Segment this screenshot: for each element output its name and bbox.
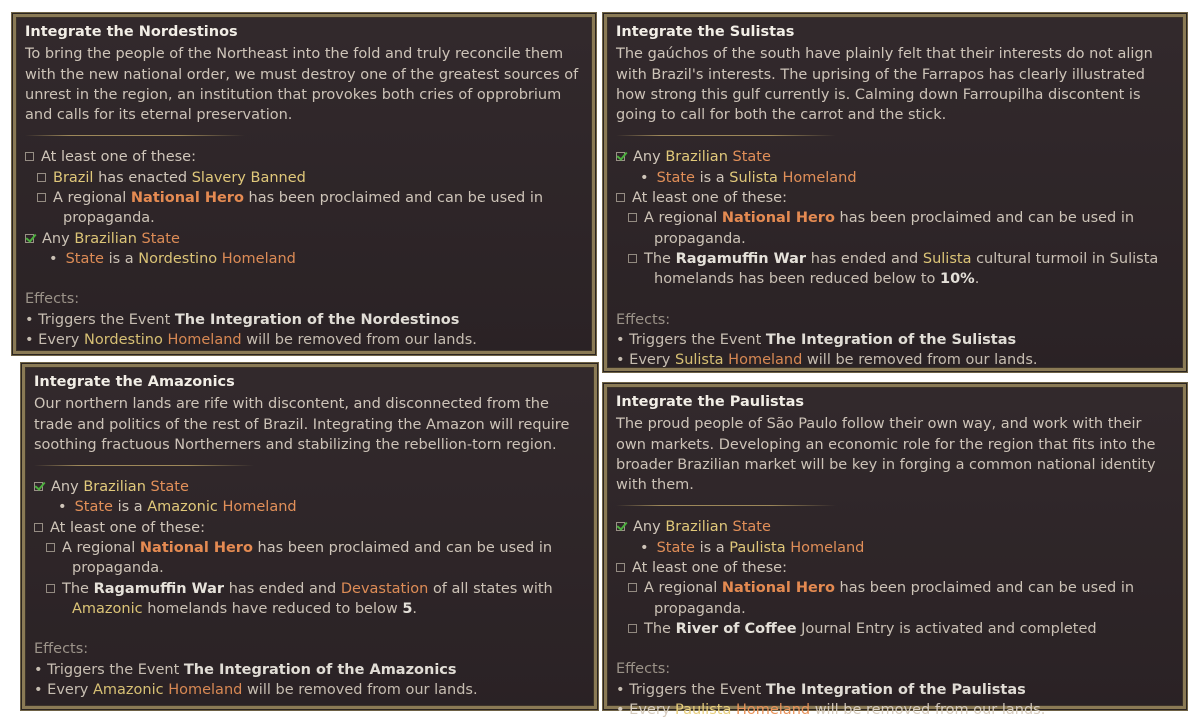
condition-state-homeland: • State is a Amazonic Homeland — [58, 499, 297, 516]
checked-box-icon — [616, 150, 628, 162]
effect-trigger-event: • Triggers the Event The Integration of … — [34, 661, 457, 678]
panel-integrate-sulistas: Integrate the Sulistas The gaúchos of th… — [603, 13, 1187, 372]
condition-state-homeland: • State is a Paulista Homeland — [640, 539, 865, 556]
effects-label: Effects: — [616, 661, 671, 678]
effect-trigger-event: • Triggers the Event The Integration of … — [25, 311, 460, 328]
effect-trigger-event: • Triggers the Event The Integration of … — [616, 681, 1026, 698]
condition-slavery-banned: Brazil has enacted Slavery Banned — [25, 168, 583, 188]
panel-integrate-amazonics: Integrate the Amazonics Our northern lan… — [21, 363, 598, 710]
panel-description: The proud people of São Paulo follow the… — [616, 416, 1156, 494]
condition-ragamuffin-war: The Ragamuffin War has ended and Sulista… — [616, 249, 1174, 269]
condition-national-hero: A regional National Hero has been procla… — [616, 208, 1174, 228]
condition-national-hero: A regional National Hero has been procla… — [34, 538, 585, 558]
unchecked-box-icon — [25, 152, 34, 162]
unchecked-box-icon — [46, 583, 55, 593]
condition-national-hero: A regional National Hero has been procla… — [616, 578, 1174, 598]
condition-state-homeland: • State is a Sulista Homeland — [640, 169, 857, 186]
unchecked-box-icon — [616, 193, 625, 203]
effects-label: Effects: — [616, 311, 671, 328]
divider — [34, 465, 254, 467]
condition-ragamuffin-war: The Ragamuffin War has ended and Devasta… — [34, 579, 585, 599]
effects-label: Effects: — [34, 641, 89, 658]
condition-at-least-one: At least one of these: — [616, 188, 1174, 208]
condition-any-state: Any Brazilian State — [25, 229, 583, 249]
unchecked-box-icon — [46, 543, 55, 553]
condition-national-hero-cont: propaganda. — [654, 230, 746, 247]
effect-trigger-event: • Triggers the Event The Integration of … — [616, 331, 1017, 348]
unchecked-box-icon — [37, 172, 46, 182]
unchecked-box-icon — [628, 253, 637, 263]
divider — [25, 135, 245, 137]
panel-integrate-paulistas: Integrate the Paulistas The proud people… — [603, 383, 1187, 718]
panel-description: To bring the people of the Northeast int… — [25, 46, 579, 124]
panel-description: The gaúchos of the south have plainly fe… — [616, 46, 1153, 124]
effect-remove-homeland: • Every Sulista Homeland will be removed… — [616, 352, 1038, 369]
panel-title: Integrate the Sulistas — [616, 24, 795, 40]
unchecked-box-icon — [628, 583, 637, 593]
unchecked-box-icon — [628, 213, 637, 223]
checked-box-icon — [616, 520, 628, 532]
condition-national-hero-cont: propaganda. — [654, 600, 746, 617]
effect-remove-homeland: • Every Amazonic Homeland will be remove… — [34, 681, 478, 698]
condition-at-least-one: At least one of these: — [34, 518, 585, 538]
condition-any-state: Any Brazilian State — [616, 517, 1174, 537]
condition-at-least-one: At least one of these: — [25, 147, 583, 167]
condition-river-of-coffee: The River of Coffee Journal Entry is act… — [616, 619, 1174, 639]
checked-box-icon — [25, 232, 37, 244]
condition-national-hero-cont: propaganda. — [72, 560, 164, 577]
effects-label: Effects: — [25, 291, 80, 308]
panel-title: Integrate the Amazonics — [34, 374, 235, 390]
checked-box-icon — [34, 480, 46, 492]
unchecked-box-icon — [628, 623, 637, 633]
condition-any-state: Any Brazilian State — [616, 147, 1174, 167]
effect-remove-homeland: • Every Paulista Homeland will be remove… — [616, 701, 1046, 718]
condition-at-least-one: At least one of these: — [616, 558, 1174, 578]
panel-integrate-nordestinos: Integrate the Nordestinos To bring the p… — [12, 13, 596, 355]
unchecked-box-icon — [37, 193, 46, 203]
divider — [616, 135, 836, 137]
condition-national-hero-cont: propaganda. — [63, 210, 155, 227]
condition-state-homeland: • State is a Nordestino Homeland — [49, 250, 296, 267]
panel-description: Our northern lands are rife with discont… — [34, 396, 570, 453]
panel-title: Integrate the Nordestinos — [25, 24, 238, 40]
unchecked-box-icon — [34, 522, 43, 532]
effect-remove-homeland: • Every Nordestino Homeland will be remo… — [25, 331, 477, 348]
condition-ragamuffin-war-cont: homelands has been reduced below to 10%. — [654, 271, 980, 288]
panel-title: Integrate the Paulistas — [616, 394, 805, 410]
condition-ragamuffin-war-cont: Amazonic homelands have reduced to below… — [72, 600, 418, 617]
condition-any-state: Any Brazilian State — [34, 477, 585, 497]
condition-national-hero: A regional National Hero has been procla… — [25, 188, 583, 208]
divider — [616, 505, 836, 507]
unchecked-box-icon — [616, 563, 625, 573]
